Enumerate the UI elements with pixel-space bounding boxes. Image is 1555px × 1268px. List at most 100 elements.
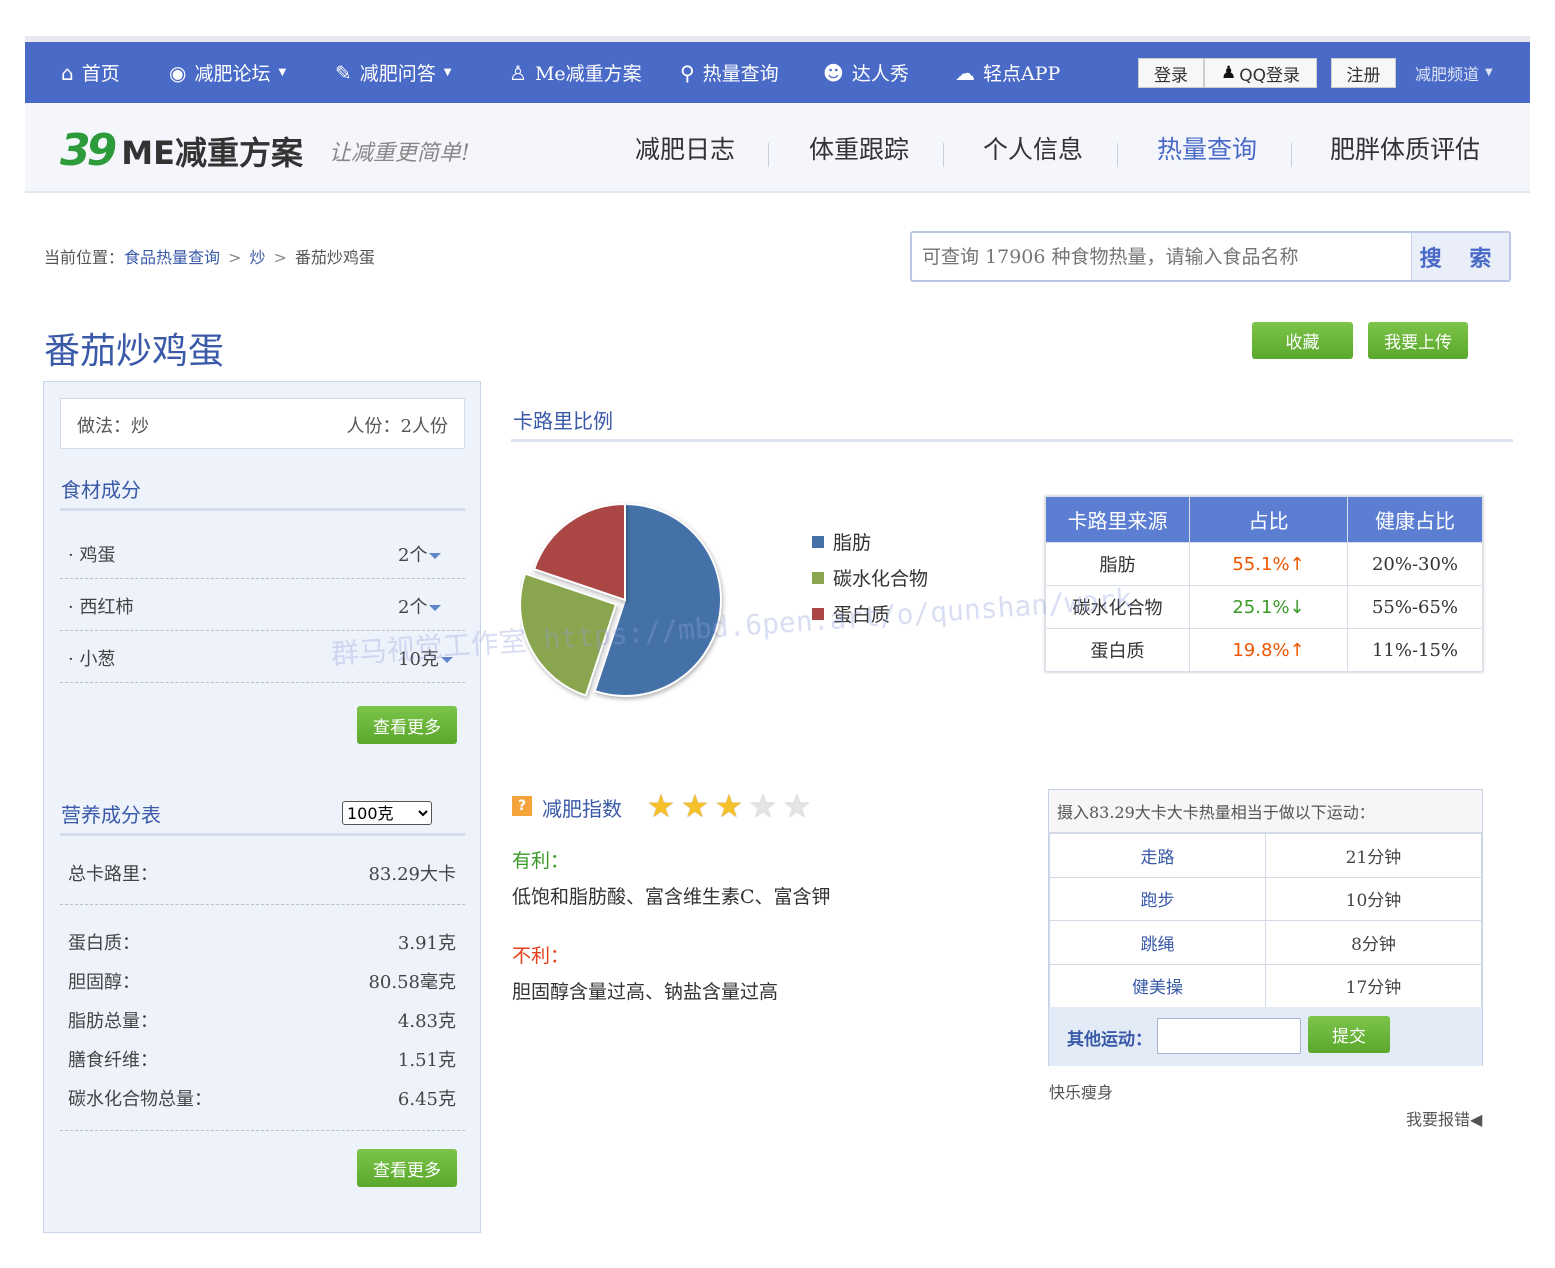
nav-calorie[interactable]: ⚲ 热量查询 [680,42,779,103]
exercise-time: 21分钟 [1265,833,1482,878]
ingredient-qty[interactable]: 10克 [398,645,453,671]
calorie-ratio-title: 卡路里比例 [513,409,613,433]
logo-brand: ME减重方案 [121,133,303,172]
divider [60,1130,465,1131]
method-box: 做法：炒 人份：2人份 [60,398,465,449]
exercise-header: 摄入83.29大卡大卡热量相当于做以下运动： [1049,790,1482,833]
nav-show-label: 达人秀 [851,63,909,85]
top-navbar: ⌂ 首页 ◉ 减肥论坛 ▼ ✎ 减肥问答 ▼ ♙ Me减重方案 ⚲ 热量查询 ☻ 达人秀 ☁ 轻点… [25,36,1530,103]
ingredient-qty[interactable]: 2个 [398,541,442,567]
nutrient-row: 碳水化合物总量： 6.45克 [68,1085,456,1111]
nav-home-label: 首页 [81,63,120,85]
upload-button[interactable]: 我要上传 [1368,322,1468,359]
subnav-diary[interactable]: 减肥日志 [635,103,735,193]
nav-show[interactable]: ☻ 达人秀 [823,42,909,103]
table-header: 占比 [1189,496,1348,543]
unit-select[interactable]: 100克 [342,801,432,825]
search-input[interactable] [912,233,1412,280]
subnav-assessment[interactable]: 肥胖体质评估 [1330,103,1480,193]
table-row: 跑步 10分钟 [1049,876,1482,921]
calorie-pie-chart [520,502,722,697]
nav-me-plan[interactable]: ♙ Me减重方案 [509,42,642,103]
subnav-calorie[interactable]: 热量查询 [1157,103,1257,193]
source-cell: 脂肪 [1045,542,1190,586]
star-filled-icon: ★ [646,787,676,825]
question-icon[interactable]: ? [512,796,532,816]
table-header: 健康占比 [1347,496,1483,543]
subnav-profile[interactable]: 个人信息 [983,103,1083,193]
arrow-up-icon: ↑ [1289,553,1305,575]
chevron-down-icon: ▼ [278,67,287,78]
legend-swatch [812,535,824,548]
collect-button[interactable]: 收藏 [1252,322,1353,359]
nav-qa[interactable]: ✎ 减肥问答 ▼ [335,42,451,103]
nav-forum-label: 减肥论坛 [194,63,271,85]
logo[interactable]: 39 ME减重方案 让减重更简单! [60,125,470,176]
healthy-cell: 11%-15% [1347,628,1483,672]
nutrient-label: 胆固醇： [68,972,140,993]
search-icon: ⚲ [680,60,695,85]
table-row: 蛋白质 19.8%↑ 11%-15% [1045,628,1483,672]
breadcrumb-link-food[interactable]: 食品热量查询 [124,248,220,267]
nav-forum[interactable]: ◉ 减肥论坛 ▼ [169,42,286,103]
submit-button[interactable]: 提交 [1308,1016,1390,1053]
qq-login-button[interactable]: ♟ QQ登录 [1204,58,1317,88]
divider [943,143,944,167]
divider [1291,143,1292,167]
breadcrumb-prefix: 当前位置： [44,248,125,267]
nutrient-value: 1.51克 [397,1050,456,1071]
qa-icon: ✎ [335,60,352,85]
nutrient-value: 3.91克 [397,933,456,954]
star-empty-icon: ★ [748,787,778,825]
healthy-cell: 55%-65% [1347,585,1483,629]
exercise-time: 10分钟 [1265,876,1482,921]
search-button[interactable]: 搜 索 [1411,233,1509,280]
chevron-down-icon [429,553,442,559]
nutrient-value: 6.45克 [397,1089,456,1110]
arrow-up-icon: ↑ [1289,639,1305,661]
breadcrumb-link-fry[interactable]: 炒 [249,248,265,267]
arrow-down-icon: ↓ [1289,596,1305,618]
legend-swatch [812,571,824,584]
ingredient-qty[interactable]: 2个 [398,593,442,619]
register-button[interactable]: 注册 [1331,58,1396,88]
qq-icon: ♟ [1220,63,1237,83]
table-row: 走路 21分钟 [1049,833,1482,878]
user-plan-icon: ♙ [509,60,527,85]
channel-label: 减肥频道 [1415,64,1480,84]
chevron-down-icon: ▼ [443,67,452,78]
chevron-down-icon [440,657,453,663]
nutrient-value: 83.29大卡 [368,864,456,885]
nutrient-value: 80.58毫克 [368,972,456,993]
legend-item: 脂肪 [812,528,871,555]
nutrient-label: 蛋白质： [68,933,140,954]
legend-label: 蛋白质 [833,604,891,626]
nav-app[interactable]: ☁ 轻点APP [955,42,1060,103]
app-icon: ☁ [955,60,975,85]
exercise-link[interactable]: 走路 [1049,833,1266,878]
legend-swatch [812,607,824,620]
breadcrumb-sep: > [228,248,242,267]
subnav-weight[interactable]: 体重跟踪 [809,103,909,193]
exercise-link[interactable]: 跳绳 [1049,920,1266,965]
exercise-link[interactable]: 跑步 [1049,876,1266,921]
ingredients-more-button[interactable]: 查看更多 [357,706,457,744]
divider [768,143,769,167]
nav-home[interactable]: ⌂ 首页 [61,42,120,103]
exercise-link[interactable]: 健美操 [1049,963,1266,1008]
people-icon: ☻ [823,60,844,85]
nutrition-more-button[interactable]: 查看更多 [357,1149,457,1187]
table-header: 卡路里来源 [1045,496,1190,543]
nutrient-row: 蛋白质： 3.91克 [68,929,456,955]
login-button[interactable]: 登录 [1138,58,1204,88]
divider [60,904,465,905]
ingredient-qty-value: 10克 [398,649,439,670]
other-exercise-input[interactable] [1157,1018,1301,1054]
report-label: 我要报错 [1406,1110,1471,1129]
diet-index-label: 减肥指数 [542,797,622,821]
legend-item: 蛋白质 [812,600,890,627]
legend-label: 碳水化合物 [833,568,929,590]
channel-menu[interactable]: 减肥频道 ▼ [1415,42,1493,103]
report-error-link[interactable]: 我要报错◀ [1406,1106,1482,1130]
ingredient-name: · 小葱 [68,649,116,670]
